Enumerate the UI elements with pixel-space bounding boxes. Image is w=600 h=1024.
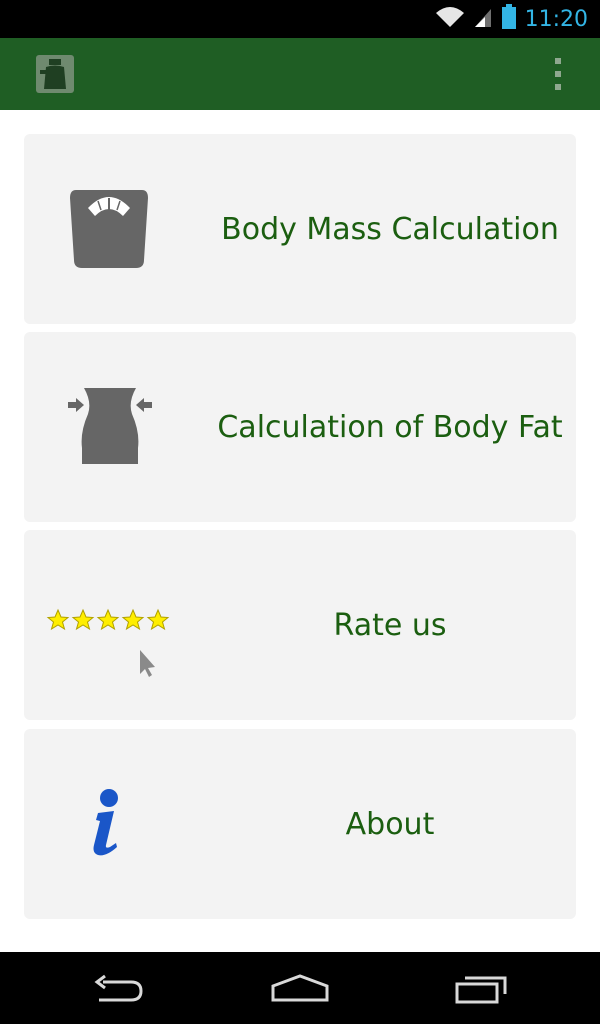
overflow-dot bbox=[555, 58, 561, 64]
menu-item-label: Calculation of Body Fat bbox=[217, 409, 563, 445]
status-clock: 11:20 bbox=[524, 6, 588, 32]
wifi-icon bbox=[435, 5, 465, 33]
back-icon[interactable] bbox=[85, 966, 155, 1010]
menu-item-about[interactable]: About bbox=[24, 729, 576, 919]
scale-icon bbox=[68, 188, 150, 274]
menu-list: Body Mass Calculation Calculation of Bod… bbox=[0, 110, 600, 952]
recent-apps-icon[interactable] bbox=[445, 966, 515, 1010]
cell-signal-icon bbox=[473, 5, 493, 33]
home-icon[interactable] bbox=[265, 966, 335, 1010]
menu-item-body-mass[interactable]: Body Mass Calculation bbox=[24, 134, 576, 324]
waist-icon bbox=[68, 386, 152, 472]
menu-item-label: About bbox=[345, 806, 435, 842]
menu-item-label: Rate us bbox=[333, 607, 447, 643]
overflow-dot bbox=[555, 71, 561, 77]
status-bar: 11:20 bbox=[0, 0, 600, 38]
rating-stars-icon bbox=[46, 608, 176, 682]
overflow-menu-icon[interactable] bbox=[544, 56, 572, 92]
navigation-bar bbox=[0, 952, 600, 1024]
app-logo-icon[interactable] bbox=[36, 55, 74, 93]
info-icon bbox=[84, 787, 134, 863]
menu-item-body-fat[interactable]: Calculation of Body Fat bbox=[24, 332, 576, 522]
battery-icon bbox=[501, 4, 517, 34]
menu-item-rate-us[interactable]: Rate us bbox=[24, 530, 576, 720]
overflow-dot bbox=[555, 84, 561, 90]
action-bar bbox=[0, 38, 600, 110]
menu-item-label: Body Mass Calculation bbox=[221, 211, 559, 247]
